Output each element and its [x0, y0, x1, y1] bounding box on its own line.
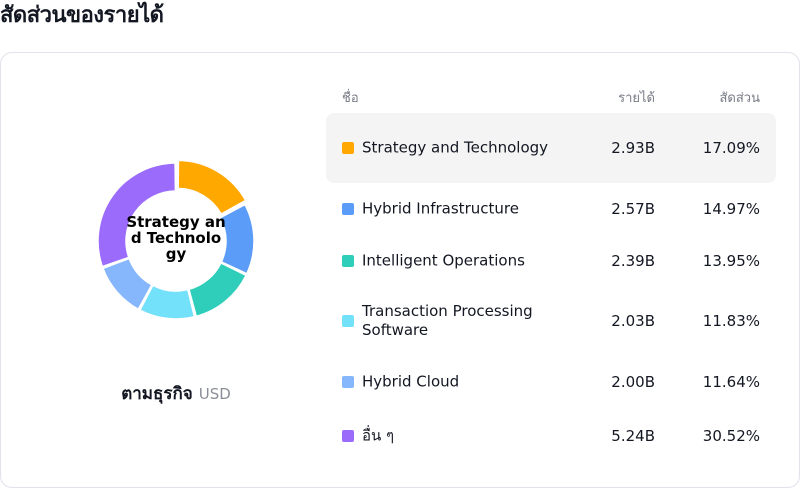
- row-share: 11.83%: [702, 312, 760, 330]
- legend-swatch: [342, 315, 354, 327]
- row-share: 14.97%: [702, 200, 760, 218]
- revenue-breakdown-card: Strategy and Technology ตามธุรกิจ USD ชื่…: [0, 52, 800, 488]
- table-row[interactable]: อื่น ๆ 5.24B 30.52%: [326, 407, 776, 464]
- legend-swatch: [342, 375, 354, 388]
- row-name: อื่น ๆ: [362, 426, 395, 444]
- row-share: 17.09%: [702, 139, 760, 157]
- row-revenue: 2.03B: [611, 312, 655, 330]
- table-row[interactable]: Hybrid Cloud 2.00B 11.64%: [326, 356, 776, 407]
- row-name: Hybrid Cloud: [362, 372, 460, 390]
- table-row[interactable]: Intelligent Operations 2.39B 13.95%: [326, 235, 776, 286]
- table-row[interactable]: Hybrid Infrastructure 2.57B 14.97%: [326, 183, 776, 235]
- donut-chart[interactable]: Strategy and Technology: [96, 161, 256, 321]
- row-name: Intelligent Operations: [362, 251, 525, 269]
- row-name: Strategy and Technology: [362, 138, 549, 157]
- legend-swatch: [342, 203, 354, 215]
- revenue-table: ชื่อ รายได้ สัดส่วน Strategy and Technol…: [326, 81, 776, 464]
- donut-slice[interactable]: [188, 261, 248, 318]
- header-name: ชื่อ: [342, 91, 359, 106]
- row-name: Transaction Processing Software: [362, 302, 533, 339]
- row-revenue: 2.39B: [611, 251, 655, 270]
- currency-unit: USD: [198, 385, 231, 403]
- row-revenue: 5.24B: [611, 426, 655, 445]
- row-revenue: 2.00B: [611, 372, 655, 391]
- row-share: 11.64%: [702, 372, 760, 391]
- header-share: สัดส่วน: [719, 91, 761, 106]
- legend-swatch: [342, 429, 354, 442]
- segment-caption: ตามธุรกิจ: [121, 384, 193, 404]
- page-title: สัดส่วนของรายได้: [0, 3, 164, 28]
- legend-swatch: [342, 142, 354, 154]
- row-revenue: 2.57B: [611, 200, 655, 218]
- table-row[interactable]: Transaction Processing Software 2.03B 11…: [326, 286, 776, 356]
- donut-slice[interactable]: [177, 161, 247, 216]
- table-header: ชื่อ รายได้ สัดส่วน: [326, 81, 776, 113]
- row-revenue: 2.93B: [611, 139, 655, 157]
- donut-caption: ตามธุรกิจ USD: [41, 380, 311, 407]
- row-share: 13.95%: [702, 251, 760, 270]
- row-share: 30.52%: [702, 426, 760, 445]
- legend-swatch: [342, 254, 354, 267]
- donut-center-label: Strategy and Technology: [126, 213, 226, 263]
- row-name: Hybrid Infrastructure: [362, 199, 519, 218]
- table-row[interactable]: Strategy and Technology 2.93B 17.09%: [326, 113, 776, 183]
- header-revenue: รายได้: [618, 91, 655, 106]
